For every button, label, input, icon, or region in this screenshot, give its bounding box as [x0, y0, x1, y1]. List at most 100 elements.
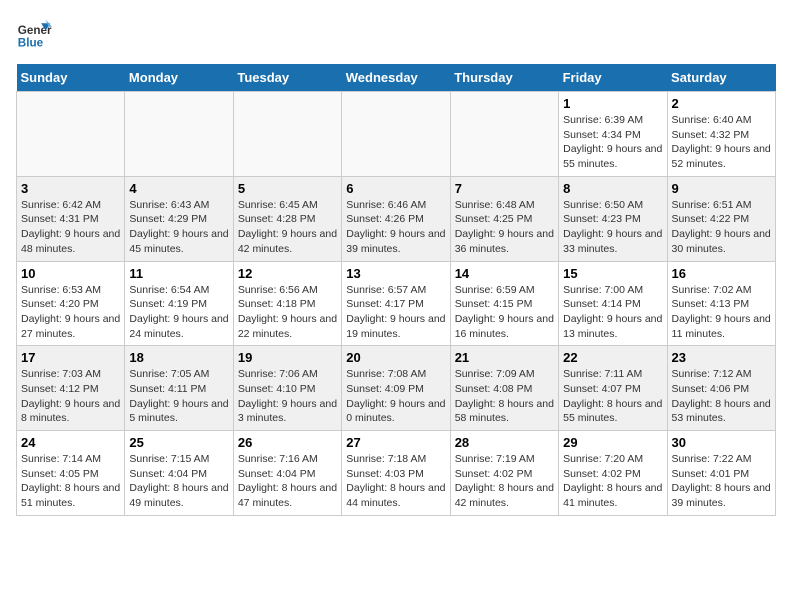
day-info: Sunrise: 7:22 AM Sunset: 4:01 PM Dayligh… [672, 452, 771, 511]
day-info: Sunrise: 6:46 AM Sunset: 4:26 PM Dayligh… [346, 198, 445, 257]
calendar-cell: 21 Sunrise: 7:09 AM Sunset: 4:08 PM Dayli… [450, 346, 558, 431]
calendar-cell: 2 Sunrise: 6:40 AM Sunset: 4:32 PM Daylig… [667, 92, 775, 177]
day-info: Sunrise: 6:53 AM Sunset: 4:20 PM Dayligh… [21, 283, 120, 342]
header-friday: Friday [559, 64, 667, 92]
calendar-cell: 5 Sunrise: 6:45 AM Sunset: 4:28 PM Daylig… [233, 176, 341, 261]
day-info: Sunrise: 7:08 AM Sunset: 4:09 PM Dayligh… [346, 367, 445, 426]
calendar-cell: 22 Sunrise: 7:11 AM Sunset: 4:07 PM Dayli… [559, 346, 667, 431]
day-number: 16 [672, 266, 771, 281]
day-info: Sunrise: 7:09 AM Sunset: 4:08 PM Dayligh… [455, 367, 554, 426]
header-monday: Monday [125, 64, 233, 92]
calendar-cell: 30 Sunrise: 7:22 AM Sunset: 4:01 PM Dayli… [667, 431, 775, 516]
day-info: Sunrise: 7:20 AM Sunset: 4:02 PM Dayligh… [563, 452, 662, 511]
calendar-cell: 3 Sunrise: 6:42 AM Sunset: 4:31 PM Daylig… [17, 176, 125, 261]
day-info: Sunrise: 7:00 AM Sunset: 4:14 PM Dayligh… [563, 283, 662, 342]
day-info: Sunrise: 6:39 AM Sunset: 4:34 PM Dayligh… [563, 113, 662, 172]
calendar-cell: 27Sunrise: 7:18 AM Sunset: 4:03 PM Dayli… [342, 431, 450, 516]
calendar-week-3: 10 Sunrise: 6:53 AM Sunset: 4:20 PM Dayli… [17, 261, 776, 346]
day-info: Sunrise: 7:14 AM Sunset: 4:05 PM Dayligh… [21, 452, 120, 511]
day-number: 3 [21, 181, 120, 196]
calendar-cell: 9 Sunrise: 6:51 AM Sunset: 4:22 PM Daylig… [667, 176, 775, 261]
calendar-cell: 26 Sunrise: 7:16 AM Sunset: 4:04 PM Dayli… [233, 431, 341, 516]
calendar-cell: 8 Sunrise: 6:50 AM Sunset: 4:23 PM Daylig… [559, 176, 667, 261]
day-info: Sunrise: 6:42 AM Sunset: 4:31 PM Dayligh… [21, 198, 120, 257]
calendar-week-2: 3 Sunrise: 6:42 AM Sunset: 4:31 PM Daylig… [17, 176, 776, 261]
calendar-cell: 11 Sunrise: 6:54 AM Sunset: 4:19 PM Dayli… [125, 261, 233, 346]
calendar-week-4: 17 Sunrise: 7:03 AM Sunset: 4:12 PM Dayli… [17, 346, 776, 431]
day-number: 18 [129, 350, 228, 365]
calendar-week-1: 1 Sunrise: 6:39 AM Sunset: 4:34 PM Daylig… [17, 92, 776, 177]
calendar-cell: 17 Sunrise: 7:03 AM Sunset: 4:12 PM Dayli… [17, 346, 125, 431]
day-info: Sunrise: 6:50 AM Sunset: 4:23 PM Dayligh… [563, 198, 662, 257]
calendar-cell: 18 Sunrise: 7:05 AM Sunset: 4:11 PM Dayli… [125, 346, 233, 431]
calendar-cell: 14 Sunrise: 6:59 AM Sunset: 4:15 PM Dayli… [450, 261, 558, 346]
calendar-cell: 20 Sunrise: 7:08 AM Sunset: 4:09 PM Dayli… [342, 346, 450, 431]
day-info: Sunrise: 6:40 AM Sunset: 4:32 PM Dayligh… [672, 113, 771, 172]
day-number: 30 [672, 435, 771, 450]
calendar-cell: 29 Sunrise: 7:20 AM Sunset: 4:02 PM Dayli… [559, 431, 667, 516]
calendar-cell: 7Sunrise: 6:48 AM Sunset: 4:25 PM Daylig… [450, 176, 558, 261]
header-thursday: Thursday [450, 64, 558, 92]
day-number: 11 [129, 266, 228, 281]
day-info: Sunrise: 6:57 AM Sunset: 4:17 PM Dayligh… [346, 283, 445, 342]
day-number: 15 [563, 266, 662, 281]
day-number: 24 [21, 435, 120, 450]
day-number: 28 [455, 435, 554, 450]
calendar-cell [233, 92, 341, 177]
day-info: Sunrise: 7:12 AM Sunset: 4:06 PM Dayligh… [672, 367, 771, 426]
svg-text:Blue: Blue [18, 37, 44, 50]
day-info: Sunrise: 6:54 AM Sunset: 4:19 PM Dayligh… [129, 283, 228, 342]
calendar-cell [450, 92, 558, 177]
day-number: 13 [346, 266, 445, 281]
page-header: General Blue [16, 16, 776, 52]
logo-icon: General Blue [16, 16, 52, 52]
day-info: Sunrise: 7:05 AM Sunset: 4:11 PM Dayligh… [129, 367, 228, 426]
calendar-cell: 19Sunrise: 7:06 AM Sunset: 4:10 PM Dayli… [233, 346, 341, 431]
day-number: 22 [563, 350, 662, 365]
day-info: Sunrise: 6:59 AM Sunset: 4:15 PM Dayligh… [455, 283, 554, 342]
day-info: Sunrise: 7:02 AM Sunset: 4:13 PM Dayligh… [672, 283, 771, 342]
day-number: 4 [129, 181, 228, 196]
day-number: 9 [672, 181, 771, 196]
day-number: 17 [21, 350, 120, 365]
day-info: Sunrise: 6:56 AM Sunset: 4:18 PM Dayligh… [238, 283, 337, 342]
day-number: 8 [563, 181, 662, 196]
calendar-cell: 4 Sunrise: 6:43 AM Sunset: 4:29 PM Daylig… [125, 176, 233, 261]
day-number: 19 [238, 350, 337, 365]
day-info: Sunrise: 7:16 AM Sunset: 4:04 PM Dayligh… [238, 452, 337, 511]
day-number: 5 [238, 181, 337, 196]
day-number: 14 [455, 266, 554, 281]
day-number: 21 [455, 350, 554, 365]
calendar-cell: 12 Sunrise: 6:56 AM Sunset: 4:18 PM Dayli… [233, 261, 341, 346]
calendar-cell: 28 Sunrise: 7:19 AM Sunset: 4:02 PM Dayli… [450, 431, 558, 516]
calendar-cell: 10 Sunrise: 6:53 AM Sunset: 4:20 PM Dayli… [17, 261, 125, 346]
calendar-header-row: SundayMondayTuesdayWednesdayThursdayFrid… [17, 64, 776, 92]
calendar-cell [125, 92, 233, 177]
day-info: Sunrise: 7:11 AM Sunset: 4:07 PM Dayligh… [563, 367, 662, 426]
day-info: Sunrise: 7:19 AM Sunset: 4:02 PM Dayligh… [455, 452, 554, 511]
header-wednesday: Wednesday [342, 64, 450, 92]
day-number: 1 [563, 96, 662, 111]
day-number: 20 [346, 350, 445, 365]
day-number: 26 [238, 435, 337, 450]
day-info: Sunrise: 6:48 AM Sunset: 4:25 PM Dayligh… [455, 198, 554, 257]
day-number: 2 [672, 96, 771, 111]
calendar-cell: 1 Sunrise: 6:39 AM Sunset: 4:34 PM Daylig… [559, 92, 667, 177]
calendar-cell [17, 92, 125, 177]
day-info: Sunrise: 7:03 AM Sunset: 4:12 PM Dayligh… [21, 367, 120, 426]
calendar-cell: 16 Sunrise: 7:02 AM Sunset: 4:13 PM Dayli… [667, 261, 775, 346]
logo: General Blue [16, 16, 56, 52]
day-info: Sunrise: 7:15 AM Sunset: 4:04 PM Dayligh… [129, 452, 228, 511]
calendar-week-5: 24 Sunrise: 7:14 AM Sunset: 4:05 PM Dayli… [17, 431, 776, 516]
calendar-cell [342, 92, 450, 177]
day-info: Sunrise: 6:43 AM Sunset: 4:29 PM Dayligh… [129, 198, 228, 257]
day-number: 29 [563, 435, 662, 450]
day-number: 6 [346, 181, 445, 196]
day-number: 10 [21, 266, 120, 281]
day-number: 23 [672, 350, 771, 365]
day-info: Sunrise: 6:51 AM Sunset: 4:22 PM Dayligh… [672, 198, 771, 257]
calendar-cell: 24 Sunrise: 7:14 AM Sunset: 4:05 PM Dayli… [17, 431, 125, 516]
header-sunday: Sunday [17, 64, 125, 92]
day-info: Sunrise: 6:45 AM Sunset: 4:28 PM Dayligh… [238, 198, 337, 257]
day-number: 12 [238, 266, 337, 281]
